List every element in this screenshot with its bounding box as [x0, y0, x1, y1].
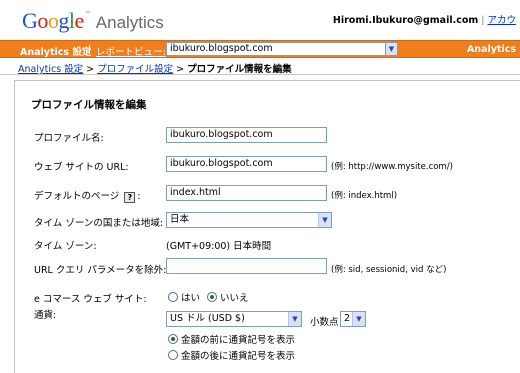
timezone-country-label: タイム ゾーンの国または地域:: [34, 218, 164, 229]
chevron-down-icon: ▼: [318, 213, 331, 227]
app-header: Google ™ Analytics Hiromi.Ibukuro@gmail.…: [0, 0, 520, 40]
timezone-country-value: 日本: [170, 214, 190, 225]
report-view-link[interactable]: レポートビュー:: [96, 44, 166, 58]
profile-select[interactable]: ibukuro.blogspot.com ▼: [166, 42, 398, 56]
ecommerce-no-option[interactable]: いいえ: [207, 290, 249, 304]
account-area: Hiromi.Ibukuro@gmail.com | アカウ: [333, 12, 516, 26]
currency-value: US ドル (USD $): [170, 313, 245, 324]
analytics-right-label: Analytics: [466, 44, 516, 55]
symbol-before-label: 金額の前に通貨記号を表示: [181, 335, 296, 346]
ecommerce-yes-label: はい: [181, 293, 201, 304]
decimal-label: 小数点: [310, 317, 339, 328]
symbol-after-label: 金額の後に通貨記号を表示: [181, 351, 296, 362]
exclude-params-hint: (例: sid, sessionid, vid など): [331, 265, 447, 275]
breadcrumb-divider: [0, 74, 520, 75]
chevron-down-icon: ▼: [385, 43, 397, 55]
account-separator: |: [481, 15, 485, 26]
default-page-label: デフォルトのページ ?:: [34, 188, 141, 203]
radio-icon[interactable]: [168, 292, 178, 302]
ecommerce-label: e コマース ウェブ サイト:: [34, 294, 147, 305]
symbol-before-option[interactable]: 金額の前に通貨記号を表示: [168, 332, 295, 346]
ecommerce-no-label: いいえ: [220, 293, 249, 304]
radio-selected-icon[interactable]: [168, 334, 178, 344]
symbol-after-option[interactable]: 金額の後に通貨記号を表示: [168, 348, 295, 362]
trademark-mark: ™: [84, 11, 91, 18]
radio-icon[interactable]: [168, 350, 178, 360]
google-analytics-logo[interactable]: Google ™ Analytics: [22, 8, 164, 34]
decimal-select[interactable]: 2 ▼: [340, 311, 366, 327]
account-link[interactable]: アカウ: [487, 15, 516, 26]
page-title: プロファイル情報を編集: [31, 99, 147, 111]
profile-select-value: ibukuro.blogspot.com: [170, 43, 273, 54]
ecommerce-yes-option[interactable]: はい: [168, 290, 200, 304]
default-page-label-text: デフォルトのページ: [34, 191, 120, 202]
decimal-value: 2: [344, 313, 351, 324]
timezone-label: タイム ゾーン:: [34, 241, 97, 252]
analytics-logo-text: Analytics: [95, 13, 164, 32]
user-email: Hiromi.Ibukuro@gmail.com: [332, 15, 479, 26]
timezone-country-select[interactable]: 日本 ▼: [166, 212, 332, 228]
default-page-input[interactable]: index.html: [166, 185, 327, 201]
default-page-colon: :: [137, 191, 141, 202]
website-url-input[interactable]: ibukuro.blogspot.com: [166, 156, 327, 172]
profile-name-label: プロファイル名:: [34, 133, 104, 144]
default-page-hint: (例: index.html): [331, 191, 398, 201]
radio-selected-icon[interactable]: [207, 292, 217, 302]
currency-label: 通貨:: [34, 310, 57, 321]
main-nav-bar: Analytics 設定 | レポートビュー: ibukuro.blogspot…: [0, 40, 520, 58]
exclude-params-label: URL クエリ パラメータを除外:: [34, 265, 167, 276]
breadcrumb: Analytics 設定 > プロファイル設定 > プロファイル情報を編集: [18, 61, 292, 75]
analytics-settings-label: Analytics 設定: [20, 47, 92, 58]
website-url-label: ウェブ サイトの URL:: [34, 162, 129, 173]
website-url-hint: (例: http://www.mysite.com/): [331, 162, 453, 172]
help-icon[interactable]: ?: [124, 192, 136, 203]
nav-separator: |: [88, 44, 92, 55]
profile-name-input[interactable]: ibukuro.blogspot.com: [166, 127, 327, 143]
chevron-down-icon: ▼: [352, 312, 365, 326]
exclude-params-input[interactable]: [166, 258, 327, 274]
timezone-value: (GMT+09:00) 日本時間: [166, 241, 272, 252]
chevron-down-icon: ▼: [288, 312, 301, 326]
currency-select[interactable]: US ドル (USD $) ▼: [166, 311, 302, 327]
google-logo-text: Google: [22, 8, 84, 33]
